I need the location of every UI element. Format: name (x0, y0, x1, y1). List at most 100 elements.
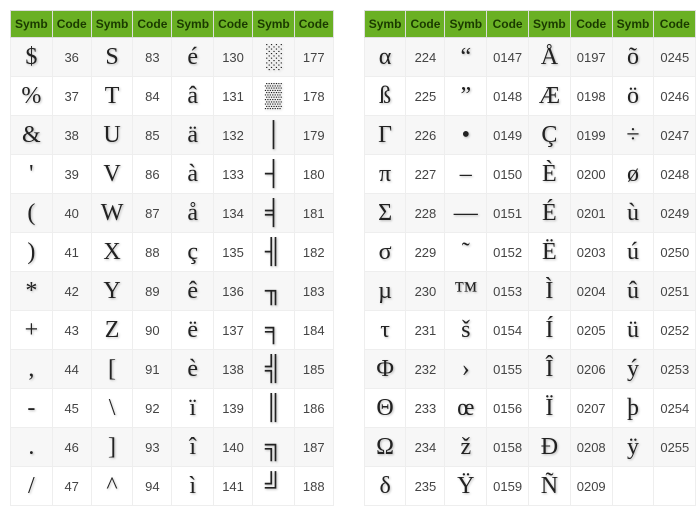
code-cell: 141 (214, 467, 253, 506)
symbol-cell: U (91, 116, 133, 155)
symbol-cell: * (11, 272, 53, 311)
header-row: Symb Code Symb Code Symb Code Symb Code (364, 11, 696, 38)
symbol-cell: ê (172, 272, 214, 311)
table-row: .46]93î140╗187 (11, 428, 334, 467)
code-cell: 0246 (654, 77, 696, 116)
code-cell: 130 (214, 38, 253, 77)
symbol-cell: • (445, 116, 487, 155)
code-cell: 88 (133, 233, 172, 272)
symbol-cell: õ (612, 38, 654, 77)
symbol-cell: þ (612, 389, 654, 428)
symbol-cell: ╣ (253, 350, 295, 389)
symbol-cell: ž (445, 428, 487, 467)
symbol-cell: ╢ (253, 233, 295, 272)
code-cell: 140 (214, 428, 253, 467)
table-row: /47^94ì141╝188 (11, 467, 334, 506)
header-row: Symb Code Symb Code Symb Code Symb Code (11, 11, 334, 38)
symbol-cell (612, 467, 654, 506)
symbol-cell: Ð (529, 428, 571, 467)
symbol-cell: ë (172, 311, 214, 350)
table-row: Γ226•0149Ç0199÷0247 (364, 116, 696, 155)
symbol-cell: ï (172, 389, 214, 428)
symbol-cell: │ (253, 116, 295, 155)
symbol-cell: ú (612, 233, 654, 272)
code-cell: 185 (294, 350, 333, 389)
code-cell (654, 467, 696, 506)
tables-container: Symb Code Symb Code Symb Code Symb Code … (10, 10, 690, 506)
symbol-cell: & (11, 116, 53, 155)
symbol-cell: / (11, 467, 53, 506)
symbol-cell: Θ (364, 389, 406, 428)
code-cell: 135 (214, 233, 253, 272)
symbol-cell: [ (91, 350, 133, 389)
col-symb: Symb (612, 11, 654, 38)
code-cell: 89 (133, 272, 172, 311)
table-row: Θ233œ0156Ï0207þ0254 (364, 389, 696, 428)
code-cell: 0156 (487, 389, 529, 428)
code-cell: 0209 (570, 467, 612, 506)
symbol-cell: î (172, 428, 214, 467)
code-cell: 92 (133, 389, 172, 428)
symbol-cell: Ω (364, 428, 406, 467)
code-cell: 230 (406, 272, 445, 311)
code-cell: 137 (214, 311, 253, 350)
code-cell: 39 (52, 155, 91, 194)
symbol-cell: Æ (529, 77, 571, 116)
code-cell: 234 (406, 428, 445, 467)
code-cell: 0253 (654, 350, 696, 389)
symbol-cell: Z (91, 311, 133, 350)
symbol-cell: Σ (364, 194, 406, 233)
table-row: Σ228—0151É0201ù0249 (364, 194, 696, 233)
code-cell: 231 (406, 311, 445, 350)
table-row: )41X88ç135╢182 (11, 233, 334, 272)
code-cell: 138 (214, 350, 253, 389)
code-cell: 0252 (654, 311, 696, 350)
code-cell: 0148 (487, 77, 529, 116)
symbol-cell: ç (172, 233, 214, 272)
table-row: Φ232›0155Î0206ý0253 (364, 350, 696, 389)
col-code: Code (406, 11, 445, 38)
code-cell: 86 (133, 155, 172, 194)
code-cell: 0247 (654, 116, 696, 155)
code-cell: 136 (214, 272, 253, 311)
symbol-cell: š (445, 311, 487, 350)
col-symb: Symb (11, 11, 53, 38)
symbol-cell: ( (11, 194, 53, 233)
symbol-cell: ^ (91, 467, 133, 506)
code-cell: 94 (133, 467, 172, 506)
code-cell: 0158 (487, 428, 529, 467)
symbol-cell: Y (91, 272, 133, 311)
code-cell: 0206 (570, 350, 612, 389)
code-cell: 229 (406, 233, 445, 272)
col-symb: Symb (529, 11, 571, 38)
code-cell: 41 (52, 233, 91, 272)
col-symb: Symb (172, 11, 214, 38)
symbol-cell: ░ (253, 38, 295, 77)
symbol-cell: Φ (364, 350, 406, 389)
table-row: -45\92ï139║186 (11, 389, 334, 428)
table-row: %37T84â131▒178 (11, 77, 334, 116)
code-cell: 85 (133, 116, 172, 155)
symbol-cell: , (11, 350, 53, 389)
table-row: ß225”0148Æ0198ö0246 (364, 77, 696, 116)
table-row: π227–0150È0200ø0248 (364, 155, 696, 194)
code-cell: 183 (294, 272, 333, 311)
symbol-cell: ' (11, 155, 53, 194)
code-cell: 0249 (654, 194, 696, 233)
col-code: Code (654, 11, 696, 38)
table-row: '39V86à133┤180 (11, 155, 334, 194)
symbol-cell: à (172, 155, 214, 194)
symbol-cell: ╕ (253, 311, 295, 350)
code-cell: 0254 (654, 389, 696, 428)
symbol-cell: ì (172, 467, 214, 506)
code-cell: 0149 (487, 116, 529, 155)
symbol-cell: ø (612, 155, 654, 194)
code-cell: 0154 (487, 311, 529, 350)
symbol-cell: ˜ (445, 233, 487, 272)
code-cell: 0197 (570, 38, 612, 77)
symbol-cell: É (529, 194, 571, 233)
symbol-cell: È (529, 155, 571, 194)
symbol-cell: ” (445, 77, 487, 116)
code-cell: 83 (133, 38, 172, 77)
symbol-cell: ╗ (253, 428, 295, 467)
